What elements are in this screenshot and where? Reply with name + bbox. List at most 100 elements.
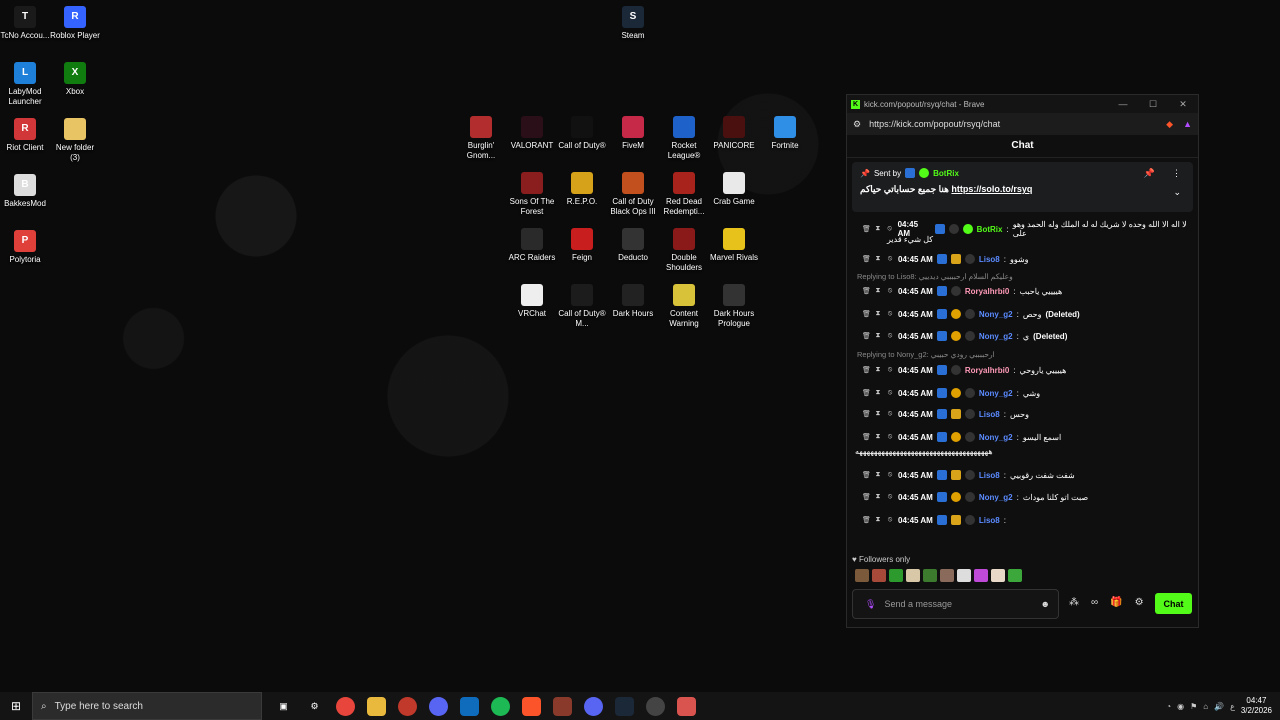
taskbar-search[interactable]: ⌕ Type here to search bbox=[32, 692, 262, 720]
chat-username[interactable]: Nony_g2 bbox=[979, 389, 1013, 398]
emote[interactable] bbox=[940, 569, 954, 582]
chat-message[interactable]: 🗑 ⧗ ⦸ 04:45 AM Nony_g2: صبت اتو كلنا موداث bbox=[847, 492, 1198, 502]
volume-icon[interactable]: 🔊 bbox=[1214, 702, 1224, 711]
emoji-icon[interactable]: ☻ bbox=[1041, 599, 1050, 609]
delete-icon[interactable]: 🗑 bbox=[862, 471, 871, 479]
desktop-game-icon[interactable]: Call of Duty® bbox=[557, 116, 607, 151]
pinned-link[interactable]: https://solo.to/rsyq bbox=[951, 184, 1032, 194]
delete-icon[interactable]: 🗑 bbox=[862, 332, 871, 340]
chat-message[interactable]: 🗑 ⧗ ⦸ 04:45 AM Nony_g2: وشي bbox=[847, 388, 1198, 398]
ban-icon[interactable]: ⦸ bbox=[886, 225, 894, 233]
desktop-game-icon[interactable]: Feign bbox=[557, 228, 607, 263]
emote[interactable] bbox=[872, 569, 886, 582]
chat-username[interactable]: Roryalhrbi0 bbox=[965, 287, 1009, 296]
desktop-game-icon[interactable]: Content Warning bbox=[659, 284, 709, 329]
unpin-icon[interactable]: 📌 bbox=[1144, 168, 1155, 179]
chat-username[interactable]: Liso8 bbox=[979, 471, 1000, 480]
chat-username[interactable]: BotRix bbox=[977, 225, 1003, 234]
ban-icon[interactable]: ⦸ bbox=[886, 493, 894, 501]
clock[interactable]: 04:47 3/2/2026 bbox=[1241, 696, 1272, 716]
desktop-icon[interactable]: T TcNo Accou... bbox=[0, 6, 50, 41]
emote[interactable] bbox=[1008, 569, 1022, 582]
settings-app-icon[interactable]: ⚙ bbox=[305, 697, 324, 716]
brave-shields-icon[interactable]: ◆ bbox=[1166, 119, 1173, 130]
url-text[interactable]: https://kick.com/popout/rsyq/chat bbox=[869, 119, 1000, 129]
desktop-game-icon[interactable]: Deducto bbox=[608, 228, 658, 263]
emote-bar[interactable] bbox=[855, 569, 1022, 582]
pinned-message[interactable]: 📌 Sent by BotRix هنا جميع حساباتي حياكم … bbox=[852, 162, 1193, 212]
language-indicator[interactable]: ع bbox=[1230, 702, 1235, 711]
timeout-icon[interactable]: ⧗ bbox=[874, 433, 882, 441]
desktop-game-icon[interactable]: VRChat bbox=[507, 284, 557, 319]
chat-username[interactable]: Liso8 bbox=[979, 410, 1000, 419]
emote[interactable] bbox=[991, 569, 1005, 582]
pinned-bot-name[interactable]: BotRix bbox=[933, 169, 959, 178]
emote[interactable] bbox=[855, 569, 869, 582]
message-input[interactable]: 🎙 Send a message ☻ bbox=[852, 589, 1059, 619]
steam-taskbar-icon[interactable] bbox=[615, 696, 634, 716]
chat-message[interactable]: 🗑 ⧗ ⦸ 04:45 AM Liso8: bbox=[847, 515, 1198, 525]
brave-rewards-icon[interactable]: ▲ bbox=[1183, 119, 1192, 130]
chat-message[interactable]: 🗑 ⧗ ⦸ 04:45 AM Liso8: وحس bbox=[847, 409, 1198, 419]
timeout-icon[interactable]: ⧗ bbox=[874, 389, 882, 397]
emote[interactable] bbox=[974, 569, 988, 582]
delete-icon[interactable]: 🗑 bbox=[862, 516, 871, 524]
timeout-icon[interactable]: ⧗ bbox=[874, 225, 882, 233]
app-icon[interactable] bbox=[398, 696, 417, 716]
delete-icon[interactable]: 🗑 bbox=[862, 225, 871, 233]
chat-username[interactable]: Nony_g2 bbox=[979, 332, 1013, 341]
timeout-icon[interactable]: ⧗ bbox=[874, 332, 882, 340]
desktop-game-icon[interactable]: Dark Hours Prologue bbox=[709, 284, 759, 329]
minimize-icon[interactable]: — bbox=[1108, 99, 1138, 110]
input-placeholder[interactable]: Send a message bbox=[884, 599, 952, 609]
file-explorer-icon[interactable] bbox=[367, 696, 386, 716]
desktop-icon[interactable]: P Polytoria bbox=[0, 230, 50, 265]
desktop-icon[interactable]: B BakkesMod bbox=[0, 174, 50, 209]
desktop-game-icon[interactable]: ARC Raiders bbox=[507, 228, 557, 263]
settings-gear-icon[interactable]: ⚙ bbox=[1135, 597, 1144, 608]
chat-message[interactable]: 🗑 ⧗ ⦸ 04:45 AM Nony_g2: وحص (Deleted) bbox=[847, 309, 1198, 319]
mic-icon[interactable]: 🎙 bbox=[865, 599, 876, 610]
desktop-game-icon[interactable]: Call of Duty® M... bbox=[557, 284, 607, 329]
desktop-game-icon[interactable]: Dark Hours bbox=[608, 284, 658, 319]
desktop-game-icon[interactable]: FiveM bbox=[608, 116, 658, 151]
app-icon[interactable] bbox=[553, 696, 572, 716]
delete-icon[interactable]: 🗑 bbox=[862, 310, 871, 318]
ban-icon[interactable]: ⦸ bbox=[886, 255, 894, 263]
send-chat-button[interactable]: Chat bbox=[1155, 593, 1192, 614]
timeout-icon[interactable]: ⧗ bbox=[874, 366, 882, 374]
timeout-icon[interactable]: ⧗ bbox=[874, 493, 882, 501]
emote[interactable] bbox=[889, 569, 903, 582]
task-view-icon[interactable]: ▣ bbox=[274, 697, 293, 716]
chat-username[interactable]: Liso8 bbox=[979, 516, 1000, 525]
emote[interactable] bbox=[923, 569, 937, 582]
emote[interactable] bbox=[906, 569, 920, 582]
chat-messages[interactable]: 🗑 ⧗ ⦸ 04:45 AM BotRix: لا اله الا الله وحده ل… bbox=[847, 216, 1198, 546]
desktop-icon[interactable]: L LabyMod Launcher bbox=[0, 62, 50, 107]
chat-message[interactable]: 🗑 ⧗ ⦸ 04:45 AM Liso8: وشوو bbox=[847, 254, 1198, 264]
desktop-game-icon[interactable]: VALORANT bbox=[507, 116, 557, 151]
ban-icon[interactable]: ⦸ bbox=[886, 471, 894, 479]
kicks-icon[interactable]: ⁂ bbox=[1069, 597, 1079, 608]
emote[interactable] bbox=[957, 569, 971, 582]
desktop-game-icon[interactable]: R.E.P.O. bbox=[557, 172, 607, 207]
maximize-icon[interactable]: ☐ bbox=[1138, 99, 1168, 110]
chat-username[interactable]: Roryalhrbi0 bbox=[965, 366, 1009, 375]
desktop-game-icon[interactable]: Double Shoulders bbox=[659, 228, 709, 273]
app-icon[interactable] bbox=[677, 696, 696, 716]
desktop-icon-steam[interactable]: S Steam bbox=[608, 6, 658, 41]
desktop-game-icon[interactable]: Call of Duty Black Ops III bbox=[608, 172, 658, 217]
desktop-icon[interactable]: R Riot Client bbox=[0, 118, 50, 153]
tray-icon[interactable]: ◉ bbox=[1177, 702, 1184, 711]
chat-message[interactable]: 🗑 ⧗ ⦸ 04:45 AM Nony_g2: ي (Deleted) bbox=[847, 331, 1198, 341]
ban-icon[interactable]: ⦸ bbox=[886, 310, 894, 318]
ban-icon[interactable]: ⦸ bbox=[886, 389, 894, 397]
chrome-icon[interactable] bbox=[336, 696, 355, 716]
chat-message[interactable]: 🗑 ⧗ ⦸ 04:45 AM Liso8: شفت شفت رقوبيي bbox=[847, 470, 1198, 480]
delete-icon[interactable]: 🗑 bbox=[862, 493, 871, 501]
search-placeholder[interactable]: Type here to search bbox=[55, 701, 143, 712]
close-icon[interactable]: ✕ bbox=[1168, 99, 1198, 110]
chat-username[interactable]: Nony_g2 bbox=[979, 433, 1013, 442]
desktop-game-icon[interactable]: Sons Of The Forest bbox=[507, 172, 557, 217]
brave-icon[interactable] bbox=[522, 696, 541, 716]
